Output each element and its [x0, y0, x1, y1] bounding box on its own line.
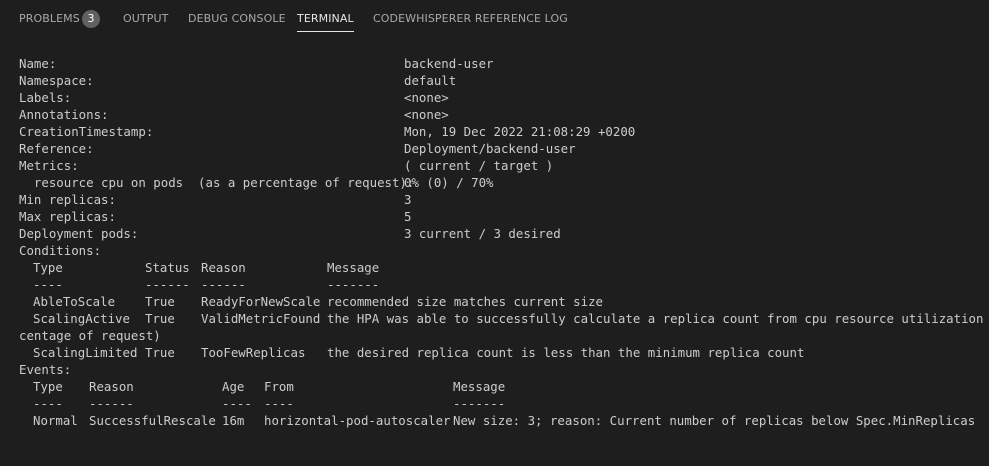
- events-header-row: Type Reason Age From Message: [19, 378, 505, 395]
- separator: ----: [264, 396, 294, 411]
- events-header-message: Message: [453, 379, 506, 394]
- separator: -------: [453, 396, 506, 411]
- deployment-pods-value: 3 current / 3 desired: [404, 226, 561, 241]
- labels-label: Labels:: [19, 90, 72, 105]
- tab-problems[interactable]: PROBLEMS: [19, 0, 80, 38]
- max-replicas-value: 5: [404, 209, 412, 224]
- condition-reason: ValidMetricFound: [201, 311, 321, 326]
- resource-cpu-label: resource cpu on pods (as a percentage of…: [19, 175, 415, 190]
- annotations-label: Annotations:: [19, 107, 109, 122]
- events-header-reason: Reason: [89, 379, 134, 394]
- event-row: Normal SuccessfulRescale 16m horizontal-…: [19, 412, 975, 429]
- terminal-output[interactable]: Name: backend-user Namespace: default La…: [19, 55, 984, 455]
- problems-count-badge: 3: [82, 10, 100, 28]
- condition-row: ScalingActive True ValidMetricFound the …: [19, 310, 983, 327]
- name-value: backend-user: [404, 56, 494, 71]
- max-replicas-label: Max replicas:: [19, 209, 116, 224]
- condition-status: True: [145, 294, 175, 309]
- condition-reason: ReadyForNewScale: [201, 294, 321, 309]
- min-replicas-label: Min replicas:: [19, 192, 116, 207]
- conditions-header-message: Message: [327, 260, 380, 275]
- terminal-line: Name: backend-user: [19, 55, 494, 72]
- name-label: Name:: [19, 56, 57, 71]
- creation-timestamp-value: Mon, 19 Dec 2022 21:08:29 +0200: [404, 124, 636, 139]
- conditions-header-type: Type: [33, 260, 63, 275]
- event-age: 16m: [222, 413, 245, 428]
- condition-message: the HPA was able to successfully calcula…: [327, 311, 989, 326]
- events-label: Events:: [19, 362, 72, 377]
- event-type: Normal: [33, 413, 78, 428]
- condition-message: the desired replica count is less than t…: [327, 345, 805, 360]
- separator: -------: [327, 277, 380, 292]
- conditions-separator-row: ---- ------ ------ -------: [19, 276, 379, 293]
- labels-value: <none>: [404, 90, 449, 105]
- metrics-value: ( current / target ): [404, 158, 554, 173]
- min-replicas-value: 3: [404, 192, 412, 207]
- terminal-line: Max replicas: 5: [19, 208, 411, 225]
- namespace-label: Namespace:: [19, 73, 94, 88]
- terminal-line: Metrics: ( current / target ): [19, 157, 553, 174]
- separator: ----: [33, 396, 63, 411]
- conditions-header-row: Type Status Reason Message: [19, 259, 379, 276]
- condition-type: AbleToScale: [33, 294, 116, 309]
- terminal-line: Min replicas: 3: [19, 191, 411, 208]
- condition-row: ScalingLimited True TooFewReplicas the d…: [19, 344, 804, 361]
- terminal-line: Reference: Deployment/backend-user: [19, 140, 576, 157]
- separator: ----: [222, 396, 252, 411]
- condition-reason: TooFewReplicas: [201, 345, 306, 360]
- namespace-value: default: [404, 73, 457, 88]
- metrics-label: Metrics:: [19, 158, 79, 173]
- deployment-pods-label: Deployment pods:: [19, 226, 139, 241]
- event-message: New size: 3; reason: Current number of r…: [453, 413, 976, 428]
- separator: ------: [145, 277, 190, 292]
- condition-status: True: [145, 345, 175, 360]
- terminal-line: resource cpu on pods (as a percentage of…: [19, 174, 494, 191]
- condition-type: ScalingActive: [33, 311, 130, 326]
- terminal-line: Annotations: <none>: [19, 106, 449, 123]
- terminal-line: Conditions:: [19, 242, 101, 259]
- event-from: horizontal-pod-autoscaler: [264, 413, 451, 428]
- terminal-line: Labels: <none>: [19, 89, 449, 106]
- tab-codewhisperer-reference-log[interactable]: CODEWHISPERER REFERENCE LOG: [373, 0, 568, 38]
- conditions-label: Conditions:: [19, 243, 102, 258]
- terminal-line: Events:: [19, 361, 71, 378]
- creation-timestamp-label: CreationTimestamp:: [19, 124, 154, 139]
- condition-message: recommended size matches current size: [327, 294, 604, 309]
- terminal-line: Namespace: default: [19, 72, 456, 89]
- terminal-line-wrap: centage of request): [19, 327, 161, 344]
- condition-row: AbleToScale True ReadyForNewScale recomm…: [19, 293, 603, 310]
- bottom-panel: PROBLEMS 3 OUTPUT DEBUG CONSOLE TERMINAL…: [0, 0, 989, 466]
- events-separator-row: ---- ------ ---- ---- -------: [19, 395, 505, 412]
- events-header-type: Type: [33, 379, 63, 394]
- tab-problems-label: PROBLEMS: [19, 12, 80, 25]
- conditions-header-reason: Reason: [201, 260, 246, 275]
- events-header-age: Age: [222, 379, 245, 394]
- event-reason: SuccessfulRescale: [89, 413, 216, 428]
- reference-label: Reference:: [19, 141, 94, 156]
- conditions-header-status: Status: [145, 260, 190, 275]
- separator: ------: [89, 396, 134, 411]
- terminal-line: Deployment pods: 3 current / 3 desired: [19, 225, 561, 242]
- condition-status: True: [145, 311, 175, 326]
- terminal-line: CreationTimestamp: Mon, 19 Dec 2022 21:0…: [19, 123, 635, 140]
- events-header-from: From: [264, 379, 294, 394]
- separator: ----: [33, 277, 63, 292]
- tab-output[interactable]: OUTPUT: [123, 0, 168, 38]
- annotations-value: <none>: [404, 107, 449, 122]
- tab-terminal[interactable]: TERMINAL: [297, 0, 354, 38]
- panel-tab-bar: PROBLEMS 3 OUTPUT DEBUG CONSOLE TERMINAL…: [0, 0, 989, 38]
- tab-debug-console[interactable]: DEBUG CONSOLE: [188, 0, 286, 38]
- resource-cpu-value: 0% (0) / 70%: [404, 175, 494, 190]
- reference-value: Deployment/backend-user: [404, 141, 576, 156]
- separator: ------: [201, 277, 246, 292]
- condition-type: ScalingLimited: [33, 345, 138, 360]
- condition-message-continuation: centage of request): [19, 328, 161, 343]
